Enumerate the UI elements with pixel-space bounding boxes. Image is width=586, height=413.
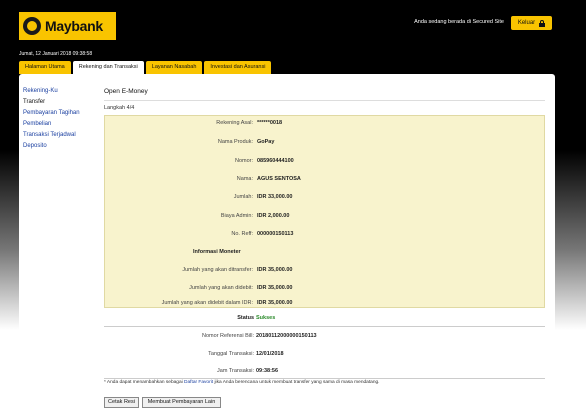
sidebar-menu: Rekening-Ku Transfer Pembayaran Tagihan … — [23, 86, 80, 152]
detail-value: IDR 33,000.00 — [257, 194, 293, 200]
transaction-summary: Rekening Asal: ******0018 Nama Produk: G… — [104, 115, 545, 308]
detail-row: No. Reff: 000000150113 — [105, 231, 544, 241]
sidebar-item-pembayaran-tagihan[interactable]: Pembayaran Tagihan — [23, 108, 80, 119]
detail-row: Jumlah: IDR 33,000.00 — [105, 194, 544, 204]
result-label: Tanggal Transaksi: — [208, 351, 254, 357]
detail-label: Rekening Asal: — [216, 120, 253, 126]
sidebar-item-deposito[interactable]: Deposito — [23, 141, 80, 152]
secured-site-text: Anda sedang berada di Secured Site — [414, 19, 504, 25]
monetary-value: IDR 35,000.00 — [257, 285, 293, 291]
favorite-note: * Anda dapat menambahkan sebagai Daftar … — [104, 380, 380, 385]
main-tabs: Halaman Utama Rekening dan Transaksi Lay… — [19, 61, 272, 74]
current-date: Jumat, 12 Januari 2018 09:38:58 — [19, 51, 93, 57]
title-divider — [104, 100, 545, 101]
status-divider — [104, 326, 545, 327]
tab-layanan-nasabah[interactable]: Layanan Nasabah — [145, 61, 203, 74]
result-value: 12/01/2018 — [256, 351, 284, 357]
result-value: 09:38:56 — [256, 368, 279, 374]
detail-label: Jumlah: — [233, 194, 253, 200]
tab-rekening-transaksi[interactable]: Rekening dan Transaksi — [72, 61, 144, 74]
monetary-row: Jumlah yang akan ditransfer: IDR 35,000.… — [105, 267, 544, 277]
sidebar-item-transfer[interactable]: Transfer — [23, 97, 80, 108]
status-value: Sukses — [256, 315, 276, 321]
detail-value: AGUS SENTOSA — [257, 176, 301, 182]
step-indicator: Langkah 4/4 — [104, 105, 135, 111]
tab-halaman-utama[interactable]: Halaman Utama — [19, 61, 71, 74]
detail-value: ******0018 — [257, 120, 283, 126]
detail-row: Nomor: 085960444100 — [105, 158, 544, 168]
print-receipt-button[interactable]: Cetak Resi — [104, 397, 139, 408]
result-label: Nomor Referensi Bill: — [202, 333, 254, 339]
result-divider — [104, 378, 545, 379]
detail-label: No. Reff: — [231, 231, 253, 237]
monetary-label: Jumlah yang akan didebit dalam IDR: — [161, 300, 253, 306]
result-value: 20180112000000150113 — [256, 333, 317, 339]
detail-value: 000000150113 — [257, 231, 294, 237]
result-row: Tanggal Transaksi: 12/01/2018 — [104, 351, 545, 361]
tab-investasi-asuransi[interactable]: Investasi dan Asuransi — [204, 61, 272, 74]
sidebar-item-pembelian[interactable]: Pembelian — [23, 119, 80, 130]
detail-value: GoPay — [257, 139, 275, 145]
detail-row: Biaya Admin: IDR 2,000.00 — [105, 213, 544, 223]
detail-label: Biaya Admin: — [220, 213, 253, 219]
result-label: Jam Transaksi: — [217, 368, 254, 374]
detail-value: IDR 2,000.00 — [257, 213, 290, 219]
info-moneter-heading: Informasi Moneter — [193, 249, 241, 255]
note-suffix: jika Anda berencana untuk membuat transf… — [214, 380, 380, 385]
detail-row: Rekening Asal: ******0018 — [105, 120, 544, 130]
detail-row: Nama: AGUS SENTOSA — [105, 176, 544, 186]
result-row: Jam Transaksi: 09:38:56 — [104, 368, 545, 378]
status-row: Status Sukses — [104, 315, 545, 325]
status-label: Status — [237, 315, 254, 321]
brand-name: Maybank — [45, 18, 103, 34]
sidebar-item-rekening-ku[interactable]: Rekening-Ku — [23, 86, 80, 97]
monetary-value: IDR 35,000.00 — [257, 300, 293, 306]
monetary-label: Jumlah yang akan didebit: — [189, 285, 253, 291]
note-prefix: * Anda dapat menambahkan sebagai — [104, 380, 183, 385]
logout-label: Keluar — [517, 20, 536, 26]
result-row: Nomor Referensi Bill: 201801120000001501… — [104, 333, 545, 343]
detail-label: Nama: — [236, 176, 253, 182]
detail-label: Nama Produk: — [217, 139, 253, 145]
detail-row: Nama Produk: GoPay — [105, 139, 544, 149]
monetary-row: Jumlah yang akan didebit dalam IDR: IDR … — [105, 300, 544, 310]
monetary-label: Jumlah yang akan ditransfer: — [182, 267, 253, 273]
lock-icon — [539, 19, 546, 27]
maybank-logo: Maybank — [19, 12, 116, 40]
page-title: Open E-Money — [104, 88, 148, 95]
maybank-tiger-icon — [23, 17, 41, 35]
monetary-row: Jumlah yang akan didebit: IDR 35,000.00 — [105, 285, 544, 295]
monetary-value: IDR 35,000.00 — [257, 267, 293, 273]
content-panel: Rekening-Ku Transfer Pembayaran Tagihan … — [19, 74, 555, 412]
logout-button[interactable]: Keluar — [511, 16, 552, 30]
sidebar-item-transaksi-terjadwal[interactable]: Transaksi Terjadwal — [23, 130, 80, 141]
new-payment-button[interactable]: Membuat Pembayaran Lain — [142, 397, 221, 408]
detail-value: 085960444100 — [257, 158, 294, 164]
daftar-favorit-link[interactable]: Daftar Favorit — [184, 380, 213, 385]
section-heading-row: Informasi Moneter — [105, 249, 544, 259]
detail-label: Nomor: — [234, 158, 253, 164]
